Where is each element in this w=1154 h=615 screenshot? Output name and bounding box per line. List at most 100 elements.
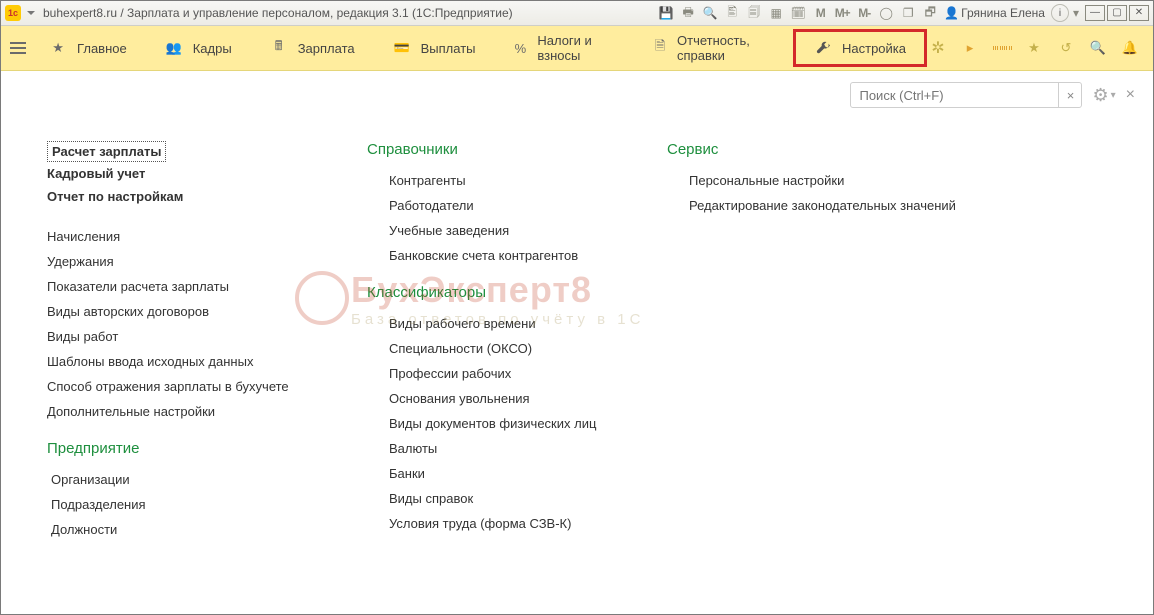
link-reference-types[interactable]: Виды справок bbox=[367, 486, 607, 511]
percent-icon: % bbox=[514, 39, 528, 57]
wallet-icon: 💳 bbox=[393, 39, 411, 57]
gear-icon[interactable]: ✲ bbox=[929, 39, 947, 57]
link-salary-calc[interactable]: Расчет зарплаты bbox=[47, 141, 166, 162]
link-edit-law-values[interactable]: Редактирование законодательных значений bbox=[667, 193, 987, 218]
info-icon[interactable]: i bbox=[1051, 4, 1069, 22]
menu-button[interactable] bbox=[7, 34, 29, 62]
nav-settings[interactable]: Настройка bbox=[793, 29, 927, 67]
back-icon[interactable]: ◯ bbox=[878, 5, 894, 21]
calc-mminus-icon[interactable]: M- bbox=[856, 5, 872, 21]
link-worktime-types[interactable]: Виды рабочего времени bbox=[367, 311, 607, 336]
sub-toolbar: × ⚙ ▾ × bbox=[1, 71, 1153, 119]
column-middle: Справочники Контрагенты Работодатели Уче… bbox=[367, 141, 607, 536]
save-icon[interactable]: 💾 bbox=[658, 5, 674, 21]
link-additional-settings[interactable]: Дополнительные настройки bbox=[47, 399, 307, 424]
calc-mplus-icon[interactable]: M+ bbox=[834, 5, 850, 21]
link-currencies[interactable]: Валюты bbox=[367, 436, 607, 461]
nav-reports[interactable]: 🗎 Отчетность, справки bbox=[635, 33, 791, 63]
favorite-icon[interactable]: ★ bbox=[1025, 39, 1043, 57]
user-icon: 👤 bbox=[944, 6, 959, 20]
window-maximize-button[interactable]: ▢ bbox=[1107, 5, 1127, 21]
print-icon[interactable]: 🖶 bbox=[680, 5, 696, 21]
link-identity-doc-types[interactable]: Виды документов физических лиц bbox=[367, 411, 607, 436]
star-icon: ★ bbox=[49, 39, 67, 57]
link-work-types[interactable]: Виды работ bbox=[47, 324, 307, 349]
link-positions[interactable]: Должности bbox=[47, 517, 307, 542]
link-accruals[interactable]: Начисления bbox=[47, 224, 307, 249]
window-minimize-button[interactable]: — bbox=[1085, 5, 1105, 21]
link-dismissal-grounds[interactable]: Основания увольнения bbox=[367, 386, 607, 411]
copy-icon[interactable]: 🗐 bbox=[746, 5, 762, 21]
user-name: Грянина Елена bbox=[961, 6, 1045, 20]
burger-icon bbox=[10, 42, 26, 54]
window-list-icon[interactable]: ❐ bbox=[900, 5, 916, 21]
nav-label: Выплаты bbox=[421, 41, 476, 56]
link-personal-settings[interactable]: Персональные настройки bbox=[667, 168, 987, 193]
wrench-icon bbox=[814, 39, 832, 57]
window-titlebar: 1c buhexpert8.ru / Зарплата и управление… bbox=[1, 1, 1153, 26]
bell-icon[interactable]: 🔔 bbox=[1121, 39, 1139, 57]
link-contractors[interactable]: Контрагенты bbox=[367, 168, 607, 193]
search-clear-button[interactable]: × bbox=[1058, 83, 1081, 107]
link-work-conditions[interactable]: Условия труда (форма СЗВ-К) bbox=[367, 511, 607, 536]
nav-label: Кадры bbox=[193, 41, 232, 56]
link-organizations[interactable]: Организации bbox=[47, 467, 307, 492]
titlebar-chevron-down-icon[interactable]: ▾ bbox=[1073, 6, 1079, 20]
history-icon[interactable]: ↺ bbox=[1057, 39, 1075, 57]
link-salary-indicators[interactable]: Показатели расчета зарплаты bbox=[47, 274, 307, 299]
toolbar-right: ✲ ▸ ★ ↺ 🔍 🔔 bbox=[929, 39, 1147, 57]
link-employers[interactable]: Работодатели bbox=[367, 193, 607, 218]
doc-icon[interactable]: 🖺 bbox=[724, 5, 740, 21]
nav-hr[interactable]: 👥 Кадры bbox=[147, 33, 250, 63]
link-input-templates[interactable]: Шаблоны ввода исходных данных bbox=[47, 349, 307, 374]
window-close-button[interactable]: ✕ bbox=[1129, 5, 1149, 21]
link-salary-reflection[interactable]: Способ отражения зарплаты в бухучете bbox=[47, 374, 307, 399]
link-hr-accounting[interactable]: Кадровый учет bbox=[47, 162, 307, 185]
content-scroll[interactable]: БухЭксперт8 База ответов по учёту в 1С Р… bbox=[1, 119, 1153, 614]
nav-label: Зарплата bbox=[298, 41, 355, 56]
column-right: Сервис Персональные настройки Редактиров… bbox=[667, 141, 987, 218]
search-icon[interactable]: 🔍 bbox=[1089, 39, 1107, 57]
titlebar-dropdown-icon[interactable] bbox=[27, 11, 35, 15]
nav-salary[interactable]: 🖩 Зарплата bbox=[252, 33, 373, 63]
nav-label: Настройка bbox=[842, 41, 906, 56]
nav-label: Отчетность, справки bbox=[677, 33, 773, 63]
main-toolbar: ★ Главное 👥 Кадры 🖩 Зарплата 💳 Выплаты %… bbox=[1, 26, 1153, 71]
link-departments[interactable]: Подразделения bbox=[47, 492, 307, 517]
chevron-down-icon: ▾ bbox=[1111, 90, 1116, 101]
nav-payments[interactable]: 💳 Выплаты bbox=[375, 33, 494, 63]
section-classifiers: Классификаторы bbox=[367, 284, 607, 301]
link-deductions[interactable]: Удержания bbox=[47, 249, 307, 274]
link-specialties[interactable]: Специальности (ОКСО) bbox=[367, 336, 607, 361]
calculator-icon: 🖩 bbox=[270, 39, 288, 57]
search-box[interactable]: × bbox=[850, 82, 1082, 108]
close-panel-button[interactable]: × bbox=[1126, 86, 1135, 104]
preview-icon[interactable]: 🔍 bbox=[702, 5, 718, 21]
link-banks[interactable]: Банки bbox=[367, 461, 607, 486]
calc-m-icon[interactable]: M bbox=[812, 5, 828, 21]
link-worker-professions[interactable]: Профессии рабочих bbox=[367, 361, 607, 386]
link-author-contract-types[interactable]: Виды авторских договоров bbox=[47, 299, 307, 324]
nav-label: Налоги и взносы bbox=[537, 33, 615, 63]
section-enterprise: Предприятие bbox=[47, 440, 307, 457]
link-bank-accounts[interactable]: Банковские счета контрагентов bbox=[367, 243, 607, 268]
chevron-right-icon[interactable]: ▸ bbox=[961, 39, 979, 57]
content-area: БухЭксперт8 База ответов по учёту в 1С Р… bbox=[1, 119, 1153, 614]
titlebar-tool-icons: 💾 🖶 🔍 🖺 🗐 ▦ 🗓 M M+ M- ◯ ❐ 🗗 bbox=[658, 5, 938, 21]
people-icon: 👥 bbox=[165, 39, 183, 57]
windows-icon[interactable]: 🗗 bbox=[922, 5, 938, 21]
report-icon: 🗎 bbox=[653, 39, 667, 57]
link-schools[interactable]: Учебные заведения bbox=[367, 218, 607, 243]
apps-icon[interactable] bbox=[993, 39, 1011, 57]
nav-main[interactable]: ★ Главное bbox=[31, 33, 145, 63]
search-input[interactable] bbox=[851, 88, 1058, 103]
gear-icon: ⚙ bbox=[1092, 85, 1108, 106]
nav-taxes[interactable]: % Налоги и взносы bbox=[496, 33, 634, 63]
link-settings-report[interactable]: Отчет по настройкам bbox=[47, 185, 307, 208]
column-left: Расчет зарплаты Кадровый учет Отчет по н… bbox=[47, 141, 307, 542]
calendar-icon[interactable]: 🗓 bbox=[790, 5, 806, 21]
current-user[interactable]: 👤 Грянина Елена bbox=[944, 6, 1045, 20]
view-settings-button[interactable]: ⚙ ▾ bbox=[1092, 85, 1115, 106]
nav-label: Главное bbox=[77, 41, 127, 56]
table-icon[interactable]: ▦ bbox=[768, 5, 784, 21]
